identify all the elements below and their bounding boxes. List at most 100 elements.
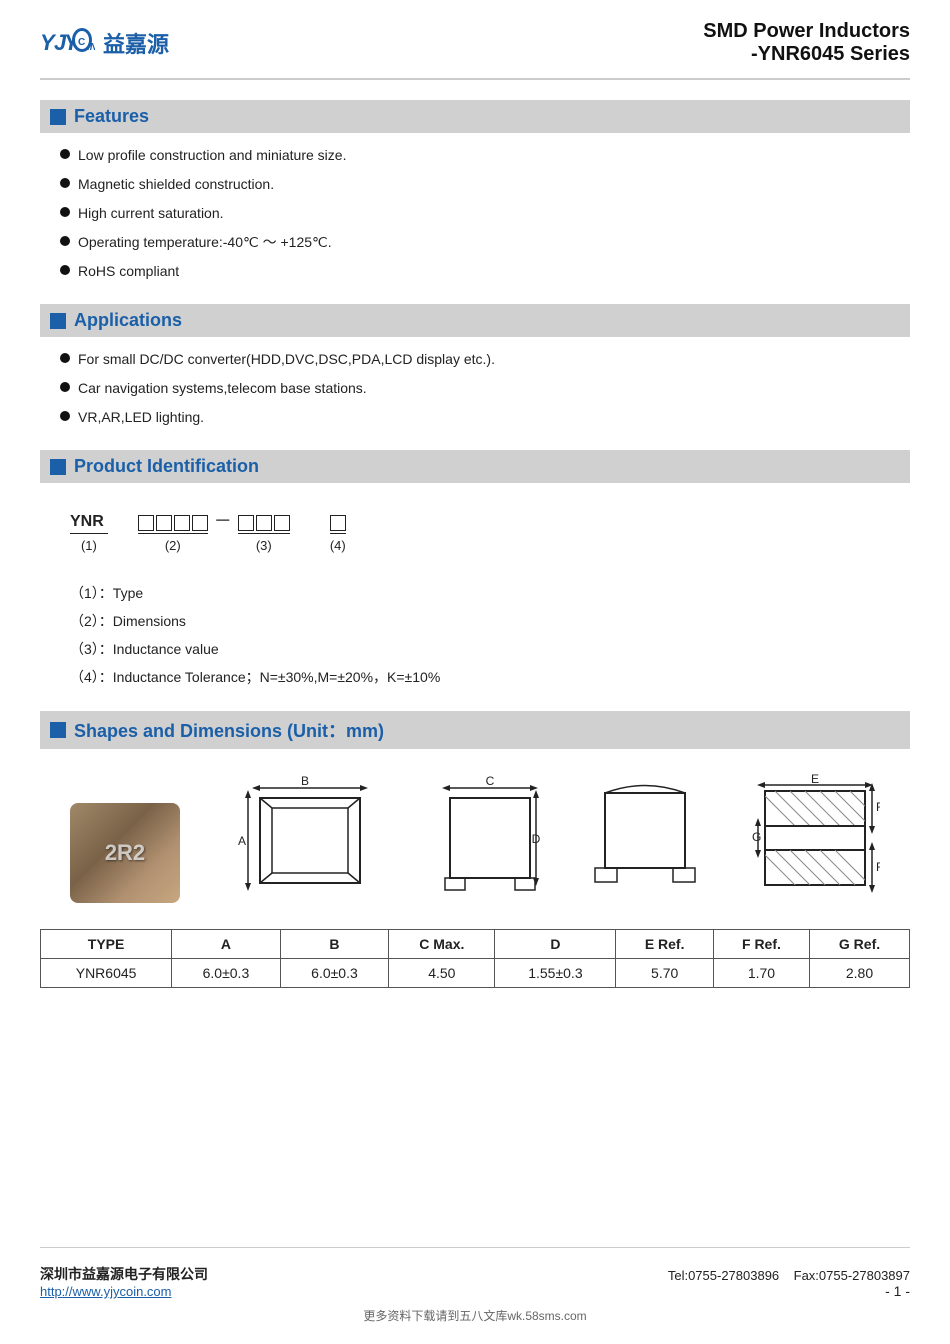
footer-bottom-text: 更多资料下载请到五八文库wk.58sms.com [40, 1307, 910, 1324]
pid-part-4: (4) [330, 515, 346, 553]
table-header-row: TYPE A B C Max. D E Ref. F Ref. G Ref. [41, 930, 910, 959]
pid-box [330, 515, 346, 531]
logo-area: Y J Y C IN 益嘉源 [40, 20, 169, 65]
pid-part-2: (2) [138, 515, 208, 553]
product-id-diagram: YNR (1) (2) － (3) [70, 507, 880, 553]
bullet-icon [60, 411, 70, 421]
features-list: Low profile construction and miniature s… [40, 141, 910, 294]
svg-text:C: C [78, 37, 85, 48]
dimensions-table: TYPE A B C Max. D E Ref. F Ref. G Ref. Y… [40, 929, 910, 988]
applications-list: For small DC/DC converter(HDD,DVC,DSC,PD… [40, 345, 910, 440]
product-id-title: Product Identification [74, 456, 259, 477]
feature-item-4: Operating temperature:-40℃ ～ +125℃. [78, 232, 332, 253]
pid-num2: (2) [165, 538, 181, 553]
svg-text:A: A [238, 834, 246, 848]
svg-text:F: F [876, 800, 880, 814]
svg-text:F: F [876, 860, 880, 874]
pid-box [192, 515, 208, 531]
pid-box [274, 515, 290, 531]
footer-fax: Fax:0755-27803897 [794, 1268, 910, 1283]
pid-boxes-2 [138, 515, 208, 534]
header-title: SMD Power Inductors -YNR6045 Series [703, 20, 910, 66]
feature-item-5: RoHS compliant [78, 261, 179, 282]
cell-f: 1.70 [713, 959, 809, 988]
shapes-square-icon [50, 722, 66, 738]
col-e: E Ref. [616, 930, 713, 959]
app-item-1: For small DC/DC converter(HDD,DVC,DSC,PD… [78, 349, 495, 370]
product-id-square-icon [50, 459, 66, 475]
col-d: D [495, 930, 616, 959]
page-number: - 1 - [885, 1283, 910, 1299]
cell-d: 1.55±0.3 [495, 959, 616, 988]
cell-a: 6.0±0.3 [172, 959, 281, 988]
list-item: Car navigation systems,telecom base stat… [60, 378, 910, 399]
diagram-efg: E F [750, 773, 880, 903]
list-item: High current saturation. [60, 203, 910, 224]
pid-num4: (4) [330, 538, 346, 553]
website-link[interactable]: http://www.yjycoin.com [40, 1284, 172, 1299]
svg-text:D: D [532, 832, 540, 846]
app-item-2: Car navigation systems,telecom base stat… [78, 378, 367, 399]
col-g: G Ref. [810, 930, 910, 959]
col-c: C Max. [389, 930, 495, 959]
cell-e: 5.70 [616, 959, 713, 988]
bullet-icon [60, 265, 70, 275]
shape-diagrams-container: B A C [50, 773, 900, 903]
pid-box [174, 515, 190, 531]
applications-header: Applications [40, 304, 910, 337]
app-item-3: VR,AR,LED lighting. [78, 407, 204, 428]
pid-box [256, 515, 272, 531]
pid-part-1: YNR (1) [70, 513, 108, 553]
shapes-header: Shapes and Dimensions (Unit：mm) [40, 711, 910, 749]
logo-icon: Y J Y C IN [40, 20, 95, 65]
bullet-icon [60, 149, 70, 159]
list-item: Low profile construction and miniature s… [60, 145, 910, 166]
list-item: Magnetic shielded construction. [60, 174, 910, 195]
pid-boxes-4 [330, 515, 346, 534]
svg-text:B: B [301, 774, 309, 788]
footer-right: Tel:0755-27803896 Fax:0755-27803897 - 1 … [668, 1268, 910, 1299]
svg-text:G: G [752, 830, 761, 844]
col-a: A [172, 930, 281, 959]
applications-square-icon [50, 313, 66, 329]
feature-item-2: Magnetic shielded construction. [78, 174, 274, 195]
bullet-icon [60, 353, 70, 363]
product-id-header: Product Identification [40, 450, 910, 483]
svg-text:IN: IN [87, 42, 95, 53]
pid-ynr-label: YNR [70, 513, 108, 534]
features-square-icon [50, 109, 66, 125]
feature-item-3: High current saturation. [78, 203, 224, 224]
pid-box [138, 515, 154, 531]
title-line1: SMD Power Inductors [703, 20, 910, 43]
list-item: Operating temperature:-40℃ ～ +125℃. [60, 232, 910, 253]
pid-box [238, 515, 254, 531]
product-id-notes: （1）：Type （2）：Dimensions （3）：Inductance v… [70, 579, 880, 691]
footer: 深圳市益嘉源电子有限公司 http://www.yjycoin.com Tel:… [40, 1247, 910, 1299]
bullet-icon [60, 207, 70, 217]
header: Y J Y C IN 益嘉源 SMD Power Inductors -YNR6… [40, 20, 910, 80]
cell-g: 2.80 [810, 959, 910, 988]
footer-tel: Tel:0755-27803896 [668, 1268, 779, 1283]
component-photo [70, 803, 180, 903]
pid-part-3: (3) [238, 515, 290, 553]
list-item: VR,AR,LED lighting. [60, 407, 910, 428]
shapes-title: Shapes and Dimensions (Unit：mm) [74, 717, 384, 743]
applications-title: Applications [74, 310, 182, 331]
bullet-icon [60, 382, 70, 392]
pid-note-3: （3）：Inductance value [70, 635, 880, 663]
company-name: 深圳市益嘉源电子有限公司 [40, 1264, 208, 1284]
bullet-icon [60, 236, 70, 246]
table-row: YNR6045 6.0±0.3 6.0±0.3 4.50 1.55±0.3 5.… [41, 959, 910, 988]
title-line2: -YNR6045 Series [703, 43, 910, 66]
bullet-icon [60, 178, 70, 188]
pid-num1: (1) [81, 538, 97, 553]
feature-item-1: Low profile construction and miniature s… [78, 145, 346, 166]
bottom-watermark: 更多资料下载请到五八文库wk.58sms.com [363, 1309, 586, 1323]
cell-type: YNR6045 [41, 959, 172, 988]
list-item: For small DC/DC converter(HDD,DVC,DSC,PD… [60, 349, 910, 370]
pid-note-1: （1）：Type [70, 579, 880, 607]
features-title: Features [74, 106, 149, 127]
diagram-cd: C D [440, 773, 540, 903]
logo-cn-text: 益嘉源 [103, 27, 169, 59]
pid-note-4: （4）：Inductance Tolerance；N=±30%,M=±20%，K… [70, 663, 880, 691]
